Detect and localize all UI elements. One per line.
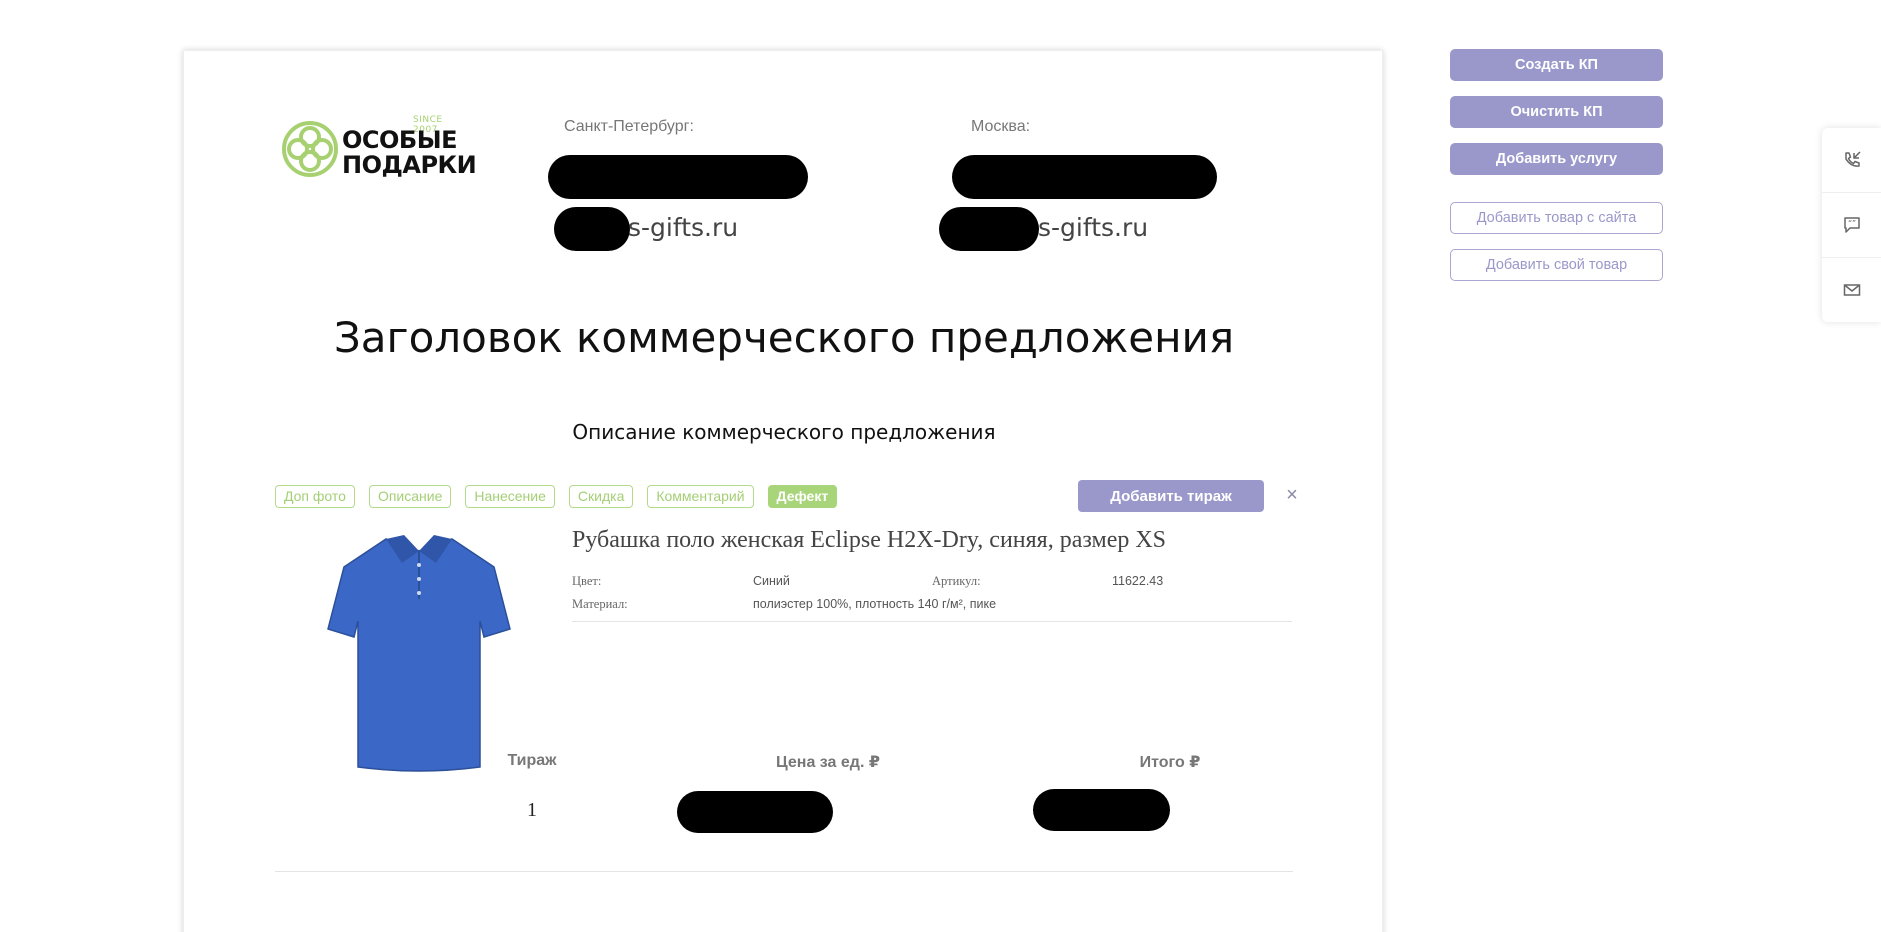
contact-widget: “ ” [1822, 128, 1881, 322]
qty-header: Тираж [507, 752, 557, 769]
add-site-product-button[interactable]: Добавить товар с сайта [1450, 202, 1663, 234]
add-run-button[interactable]: Добавить тираж [1078, 480, 1264, 512]
company-logo: SINCE 2007 ОСОБЫЕ ПОДАРКИ [280, 115, 477, 181]
article-label: Артикул: [932, 574, 981, 588]
tag-comment[interactable]: Комментарий [647, 485, 754, 508]
tag-description[interactable]: Описание [368, 485, 452, 508]
item-tag-bar: Доп фото Описание Нанесение Скидка Комме… [275, 485, 838, 508]
msk-phone-redacted [952, 155, 1217, 199]
clear-offer-button[interactable]: Очистить КП [1450, 96, 1663, 128]
tag-extra-photo[interactable]: Доп фото [275, 485, 355, 508]
divider [572, 621, 1292, 622]
mail-button[interactable] [1822, 258, 1881, 322]
qty-value[interactable]: 1 [412, 799, 652, 822]
spb-email[interactable]: s-gifts.ru [628, 213, 738, 242]
offer-description[interactable]: Описание коммерческого предложения [184, 420, 1384, 444]
svg-text:”: ” [1852, 219, 1856, 228]
phone-callback-icon [1844, 151, 1861, 167]
remove-item-icon[interactable]: × [1280, 483, 1304, 507]
material-value: полиэстер 100%, плотность 140 г/м², пике [753, 597, 997, 611]
color-label: Цвет: [572, 574, 602, 588]
add-own-product-button[interactable]: Добавить свой товар [1450, 249, 1663, 281]
add-service-button[interactable]: Добавить услугу [1450, 143, 1663, 175]
msk-email-redacted [939, 207, 1039, 251]
spb-email-redacted [554, 207, 630, 251]
tag-defect[interactable]: Дефект [767, 485, 838, 508]
mail-icon [1843, 284, 1860, 296]
material-label: Материал: [572, 597, 628, 611]
chat-quote-icon: “ ” [1843, 217, 1860, 233]
total-header: Итого ₽ [1139, 754, 1201, 771]
tag-printing[interactable]: Нанесение [465, 485, 555, 508]
offer-document: SINCE 2007 ОСОБЫЕ ПОДАРКИ Санкт-Петербур… [183, 50, 1383, 932]
chat-button[interactable]: “ ” [1822, 193, 1881, 257]
product-image[interactable] [324, 529, 514, 779]
price-redacted [677, 791, 833, 833]
total-redacted [1033, 789, 1170, 831]
divider [275, 871, 1293, 872]
color-value: Синий [753, 574, 790, 588]
msk-email[interactable]: s-gifts.ru [1038, 213, 1148, 242]
spb-phone-redacted [548, 155, 808, 199]
msk-label: Москва: [971, 118, 1031, 135]
offer-title[interactable]: Заголовок коммерческого предложения [184, 313, 1384, 362]
callback-button[interactable] [1822, 128, 1881, 192]
logo-wordmark: ОСОБЫЕ ПОДАРКИ [342, 126, 477, 179]
logo-knot-icon [282, 121, 338, 177]
tag-discount[interactable]: Скидка [568, 485, 634, 508]
spb-label: Санкт-Петербург: [564, 118, 694, 135]
price-header: Цена за ед. ₽ [776, 754, 880, 771]
create-offer-button[interactable]: Создать КП [1450, 49, 1663, 81]
product-name: Рубашка поло женская Eclipse H2X-Dry, си… [572, 527, 1167, 553]
article-value: 11622.43 [1112, 574, 1164, 588]
